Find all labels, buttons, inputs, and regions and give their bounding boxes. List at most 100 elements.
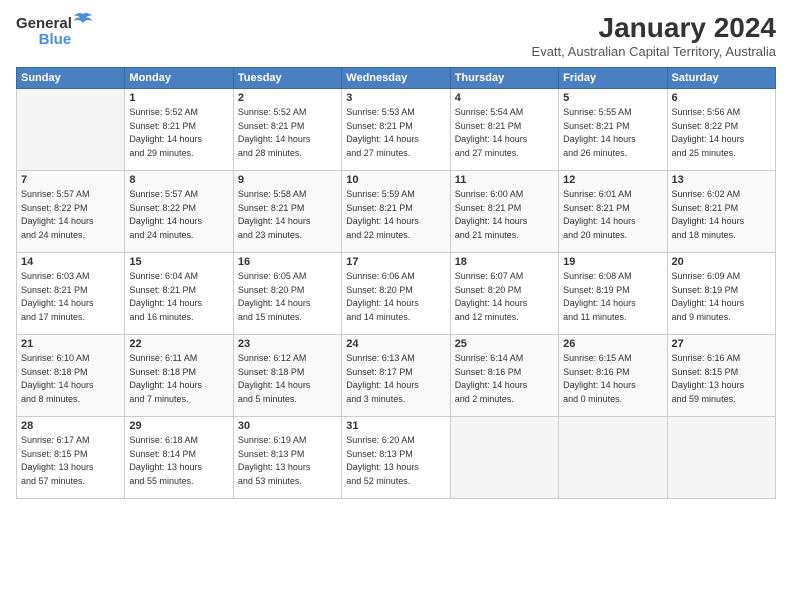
calendar-cell	[559, 417, 667, 499]
day-info: Sunrise: 6:16 AMSunset: 8:15 PMDaylight:…	[672, 352, 771, 406]
calendar-cell: 21 Sunrise: 6:10 AMSunset: 8:18 PMDayligh…	[17, 335, 125, 417]
title-area: January 2024 Evatt, Australian Capital T…	[532, 12, 776, 59]
day-number: 28	[21, 420, 120, 432]
logo-bird-icon	[72, 12, 94, 35]
logo: General Blue	[16, 12, 94, 48]
calendar-cell: 17 Sunrise: 6:06 AMSunset: 8:20 PMDayligh…	[342, 253, 450, 335]
day-info: Sunrise: 6:10 AMSunset: 8:18 PMDaylight:…	[21, 352, 120, 406]
day-number: 8	[129, 174, 228, 186]
month-title: January 2024	[532, 12, 776, 44]
col-friday: Friday	[559, 68, 667, 89]
day-number: 26	[563, 338, 662, 350]
day-info: Sunrise: 6:06 AMSunset: 8:20 PMDaylight:…	[346, 270, 445, 324]
day-info: Sunrise: 6:05 AMSunset: 8:20 PMDaylight:…	[238, 270, 337, 324]
calendar-cell: 24 Sunrise: 6:13 AMSunset: 8:17 PMDayligh…	[342, 335, 450, 417]
day-number: 2	[238, 92, 337, 104]
day-number: 25	[455, 338, 554, 350]
col-wednesday: Wednesday	[342, 68, 450, 89]
calendar-week-2: 7 Sunrise: 5:57 AMSunset: 8:22 PMDaylight…	[17, 171, 776, 253]
day-number: 6	[672, 92, 771, 104]
day-info: Sunrise: 5:52 AMSunset: 8:21 PMDaylight:…	[129, 106, 228, 160]
day-info: Sunrise: 6:13 AMSunset: 8:17 PMDaylight:…	[346, 352, 445, 406]
calendar-cell: 7 Sunrise: 5:57 AMSunset: 8:22 PMDaylight…	[17, 171, 125, 253]
day-number: 31	[346, 420, 445, 432]
calendar-cell	[667, 417, 775, 499]
day-number: 19	[563, 256, 662, 268]
day-number: 17	[346, 256, 445, 268]
calendar-cell: 25 Sunrise: 6:14 AMSunset: 8:16 PMDayligh…	[450, 335, 558, 417]
calendar-cell: 30 Sunrise: 6:19 AMSunset: 8:13 PMDayligh…	[233, 417, 341, 499]
calendar-cell: 10 Sunrise: 5:59 AMSunset: 8:21 PMDayligh…	[342, 171, 450, 253]
day-number: 24	[346, 338, 445, 350]
calendar-cell: 16Sunrise: 6:05 AMSunset: 8:20 PMDayligh…	[233, 253, 341, 335]
day-info: Sunrise: 6:15 AMSunset: 8:16 PMDaylight:…	[563, 352, 662, 406]
calendar-cell: 23 Sunrise: 6:12 AMSunset: 8:18 PMDayligh…	[233, 335, 341, 417]
day-number: 12	[563, 174, 662, 186]
calendar-cell: 14 Sunrise: 6:03 AMSunset: 8:21 PMDayligh…	[17, 253, 125, 335]
day-info: Sunrise: 6:08 AMSunset: 8:19 PMDaylight:…	[563, 270, 662, 324]
calendar-week-5: 28Sunrise: 6:17 AMSunset: 8:15 PMDayligh…	[17, 417, 776, 499]
day-number: 27	[672, 338, 771, 350]
logo-general: General	[16, 15, 72, 32]
calendar-cell: 5Sunrise: 5:55 AMSunset: 8:21 PMDaylight…	[559, 89, 667, 171]
day-info: Sunrise: 6:09 AMSunset: 8:19 PMDaylight:…	[672, 270, 771, 324]
calendar-cell: 27 Sunrise: 6:16 AMSunset: 8:15 PMDayligh…	[667, 335, 775, 417]
day-number: 7	[21, 174, 120, 186]
calendar-cell: 2Sunrise: 5:52 AMSunset: 8:21 PMDaylight…	[233, 89, 341, 171]
calendar-cell: 6Sunrise: 5:56 AMSunset: 8:22 PMDaylight…	[667, 89, 775, 171]
calendar-cell: 12 Sunrise: 6:01 AMSunset: 8:21 PMDayligh…	[559, 171, 667, 253]
calendar-table: Sunday Monday Tuesday Wednesday Thursday…	[16, 67, 776, 499]
day-info: Sunrise: 6:07 AMSunset: 8:20 PMDaylight:…	[455, 270, 554, 324]
logo-blue: Blue	[39, 31, 72, 48]
calendar-cell: 8 Sunrise: 5:57 AMSunset: 8:22 PMDaylight…	[125, 171, 233, 253]
calendar-week-3: 14 Sunrise: 6:03 AMSunset: 8:21 PMDayligh…	[17, 253, 776, 335]
day-info: Sunrise: 6:04 AMSunset: 8:21 PMDaylight:…	[129, 270, 228, 324]
day-info: Sunrise: 5:57 AMSunset: 8:22 PMDaylight:…	[129, 188, 228, 242]
calendar-cell: 1 Sunrise: 5:52 AMSunset: 8:21 PMDaylight…	[125, 89, 233, 171]
day-info: Sunrise: 6:19 AMSunset: 8:13 PMDaylight:…	[238, 434, 337, 488]
calendar-cell: 4 Sunrise: 5:54 AMSunset: 8:21 PMDaylight…	[450, 89, 558, 171]
day-number: 9	[238, 174, 337, 186]
day-info: Sunrise: 5:54 AMSunset: 8:21 PMDaylight:…	[455, 106, 554, 160]
calendar-cell: 28Sunrise: 6:17 AMSunset: 8:15 PMDayligh…	[17, 417, 125, 499]
calendar-cell: 26 Sunrise: 6:15 AMSunset: 8:16 PMDayligh…	[559, 335, 667, 417]
calendar-cell: 19 Sunrise: 6:08 AMSunset: 8:19 PMDayligh…	[559, 253, 667, 335]
col-tuesday: Tuesday	[233, 68, 341, 89]
calendar-cell: 18Sunrise: 6:07 AMSunset: 8:20 PMDayligh…	[450, 253, 558, 335]
col-thursday: Thursday	[450, 68, 558, 89]
day-info: Sunrise: 5:57 AMSunset: 8:22 PMDaylight:…	[21, 188, 120, 242]
day-number: 1	[129, 92, 228, 104]
day-number: 5	[563, 92, 662, 104]
day-info: Sunrise: 6:00 AMSunset: 8:21 PMDaylight:…	[455, 188, 554, 242]
calendar-cell: 22Sunrise: 6:11 AMSunset: 8:18 PMDayligh…	[125, 335, 233, 417]
calendar-cell: 9Sunrise: 5:58 AMSunset: 8:21 PMDaylight…	[233, 171, 341, 253]
day-info: Sunrise: 5:59 AMSunset: 8:21 PMDaylight:…	[346, 188, 445, 242]
calendar-cell: 3Sunrise: 5:53 AMSunset: 8:21 PMDaylight…	[342, 89, 450, 171]
calendar-cell: 31Sunrise: 6:20 AMSunset: 8:13 PMDayligh…	[342, 417, 450, 499]
day-info: Sunrise: 6:01 AMSunset: 8:21 PMDaylight:…	[563, 188, 662, 242]
day-number: 21	[21, 338, 120, 350]
day-number: 11	[455, 174, 554, 186]
day-number: 4	[455, 92, 554, 104]
col-saturday: Saturday	[667, 68, 775, 89]
day-info: Sunrise: 5:53 AMSunset: 8:21 PMDaylight:…	[346, 106, 445, 160]
day-number: 30	[238, 420, 337, 432]
calendar-cell: 11 Sunrise: 6:00 AMSunset: 8:21 PMDayligh…	[450, 171, 558, 253]
day-number: 14	[21, 256, 120, 268]
day-number: 23	[238, 338, 337, 350]
day-info: Sunrise: 6:11 AMSunset: 8:18 PMDaylight:…	[129, 352, 228, 406]
calendar-cell	[17, 89, 125, 171]
col-monday: Monday	[125, 68, 233, 89]
calendar-cell: 20Sunrise: 6:09 AMSunset: 8:19 PMDayligh…	[667, 253, 775, 335]
calendar-week-4: 21 Sunrise: 6:10 AMSunset: 8:18 PMDayligh…	[17, 335, 776, 417]
day-info: Sunrise: 6:12 AMSunset: 8:18 PMDaylight:…	[238, 352, 337, 406]
location-title: Evatt, Australian Capital Territory, Aus…	[532, 44, 776, 59]
day-number: 13	[672, 174, 771, 186]
page: General Blue January 2024 Evatt, Austral…	[0, 0, 792, 612]
day-info: Sunrise: 6:03 AMSunset: 8:21 PMDaylight:…	[21, 270, 120, 324]
day-number: 10	[346, 174, 445, 186]
day-info: Sunrise: 6:14 AMSunset: 8:16 PMDaylight:…	[455, 352, 554, 406]
day-number: 29	[129, 420, 228, 432]
calendar-cell: 29Sunrise: 6:18 AMSunset: 8:14 PMDayligh…	[125, 417, 233, 499]
calendar-week-1: 1 Sunrise: 5:52 AMSunset: 8:21 PMDaylight…	[17, 89, 776, 171]
